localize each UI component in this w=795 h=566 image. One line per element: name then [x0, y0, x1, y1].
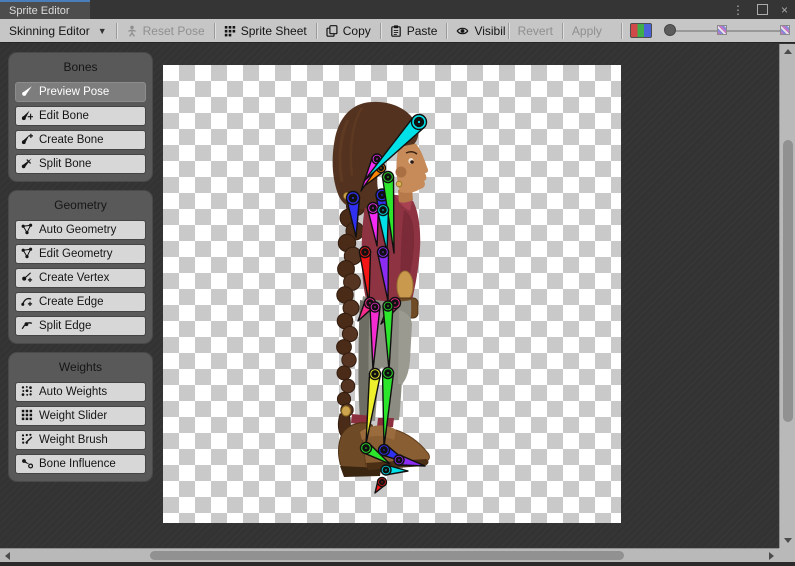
scroll-left-icon[interactable]: [5, 552, 10, 560]
revert-label: Revert: [518, 24, 553, 38]
paste-button[interactable]: Paste: [381, 19, 447, 42]
paste-label: Paste: [407, 24, 438, 38]
panel-button-edit-geometry[interactable]: Edit Geometry: [15, 244, 146, 264]
horizontal-scrollbar[interactable]: [0, 548, 779, 562]
panel-button-create-bone[interactable]: Create Bone: [15, 130, 146, 150]
slider-track: [666, 30, 788, 32]
create-vertex-icon: [21, 271, 33, 286]
sprite-sheet-label: Sprite Sheet: [241, 24, 307, 38]
tab-title: Sprite Editor: [9, 5, 70, 17]
vertical-scrollbar-thumb[interactable]: [783, 140, 793, 422]
panel-button-label: Create Vertex: [39, 272, 109, 284]
panel-button-auto-geometry[interactable]: Auto Geometry: [15, 220, 146, 240]
texture-opacity-icon[interactable]: [780, 25, 790, 35]
split-edge-icon: [21, 319, 33, 334]
apply-button[interactable]: Apply: [563, 19, 611, 42]
sprite-editor-window: Sprite Editor ⋮ × Skinning Editor ▼ Rese…: [0, 0, 795, 566]
paste-icon: [390, 25, 402, 37]
panel-button-weight-slider[interactable]: Weight Slider: [15, 406, 146, 426]
bone-hip-back[interactable]: [360, 247, 371, 304]
window-controls: ⋮ ×: [732, 0, 788, 19]
close-icon[interactable]: ×: [781, 4, 788, 16]
preview-pose-icon: [21, 85, 33, 100]
toolbar: Skinning Editor ▼ Reset Pose Sprite Shee…: [0, 19, 795, 43]
mode-dropdown[interactable]: Skinning Editor ▼: [0, 19, 116, 42]
edit-bone-icon: [21, 109, 33, 124]
reset-pose-icon: [126, 25, 138, 37]
tabbar: Sprite Editor ⋮ ×: [0, 0, 795, 19]
auto-weights-icon: [21, 385, 33, 400]
panel-title: Bones: [15, 57, 146, 78]
apply-label: Apply: [572, 24, 602, 38]
panel-button-label: Auto Geometry: [39, 224, 116, 236]
window-bottom-edge: [0, 562, 795, 566]
opacity-sliders: [660, 19, 792, 42]
panel-button-bone-influence[interactable]: Bone Influence: [15, 454, 146, 474]
panel-button-label: Preview Pose: [39, 86, 109, 98]
sprite-sheet-button[interactable]: Sprite Sheet: [215, 19, 316, 42]
vertical-scrollbar[interactable]: [779, 44, 795, 548]
sprite-canvas[interactable]: [163, 65, 621, 523]
panel-button-label: Create Edge: [39, 296, 104, 308]
mode-dropdown-label: Skinning Editor: [9, 24, 90, 38]
bone-influence-icon: [21, 457, 33, 472]
panel-button-label: Create Bone: [39, 134, 104, 146]
rgb-swatch-button[interactable]: [630, 23, 652, 38]
panel-button-preview-pose[interactable]: Preview Pose: [15, 82, 146, 102]
panel-button-label: Split Edge: [39, 320, 91, 332]
slider-handle[interactable]: [664, 24, 676, 36]
panel-button-label: Edit Bone: [39, 110, 89, 122]
split-bone-icon: [21, 157, 33, 172]
weight-slider-icon: [21, 409, 33, 424]
create-edge-icon: [21, 295, 33, 310]
panel-button-label: Auto Weights: [39, 386, 107, 398]
tab-sprite-editor[interactable]: Sprite Editor: [0, 0, 90, 19]
copy-button[interactable]: Copy: [317, 19, 380, 42]
scroll-right-icon[interactable]: [769, 552, 774, 560]
canvas-viewport[interactable]: Bones Preview Pose Edit Bone Create Bone Spl…: [0, 43, 795, 566]
copy-label: Copy: [343, 24, 371, 38]
scroll-up-icon[interactable]: [784, 49, 792, 54]
panel-button-edit-bone[interactable]: Edit Bone: [15, 106, 146, 126]
horizontal-scrollbar-thumb[interactable]: [150, 551, 624, 560]
sprite-opacity-icon[interactable]: [717, 25, 727, 35]
panel-button-weight-brush[interactable]: Weight Brush: [15, 430, 146, 450]
maximize-icon[interactable]: [757, 4, 768, 15]
chevron-down-icon: ▼: [98, 26, 107, 36]
visibility-button[interactable]: Visibil: [447, 19, 507, 42]
bone-heel[interactable]: [375, 478, 387, 494]
panel-button-label: Edit Geometry: [39, 248, 113, 260]
panel-button-label: Bone Influence: [39, 458, 116, 470]
weight-brush-icon: [21, 433, 33, 448]
toolbar-separator: [621, 23, 622, 39]
panel-button-split-edge[interactable]: Split Edge: [15, 316, 146, 336]
revert-button[interactable]: Revert: [509, 19, 562, 42]
copy-icon: [326, 25, 338, 37]
sprite-sheet-icon: [224, 25, 236, 37]
visibility-eye-icon: [456, 25, 469, 37]
panel-weights: Weights Auto Weights Weight Slider Weight B…: [8, 352, 153, 482]
reset-pose-button[interactable]: Reset Pose: [117, 19, 214, 42]
panel-button-label: Weight Slider: [39, 410, 107, 422]
kebab-menu-icon[interactable]: ⋮: [732, 4, 744, 16]
panel-button-split-bone[interactable]: Split Bone: [15, 154, 146, 174]
panel-button-create-edge[interactable]: Create Edge: [15, 292, 146, 312]
panel-button-label: Split Bone: [39, 158, 91, 170]
panel-bones: Bones Preview Pose Edit Bone Create Bone Spl…: [8, 52, 153, 182]
reset-pose-label: Reset Pose: [143, 24, 205, 38]
scrollbar-corner: [779, 548, 795, 562]
panel-geometry: Geometry Auto Geometry Edit Geometry Create…: [8, 190, 153, 344]
tool-panels: Bones Preview Pose Edit Bone Create Bone Spl…: [8, 52, 153, 490]
edit-geometry-icon: [21, 247, 33, 262]
auto-geometry-icon: [21, 223, 33, 238]
create-bone-icon: [21, 133, 33, 148]
toolbar-right-group: [621, 19, 795, 42]
panel-button-label: Weight Brush: [39, 434, 108, 446]
panel-title: Weights: [15, 357, 146, 378]
visibility-label: Visibil: [474, 24, 505, 38]
panel-button-create-vertex[interactable]: Create Vertex: [15, 268, 146, 288]
scroll-down-icon[interactable]: [784, 538, 792, 543]
panel-title: Geometry: [15, 195, 146, 216]
panel-button-auto-weights[interactable]: Auto Weights: [15, 382, 146, 402]
